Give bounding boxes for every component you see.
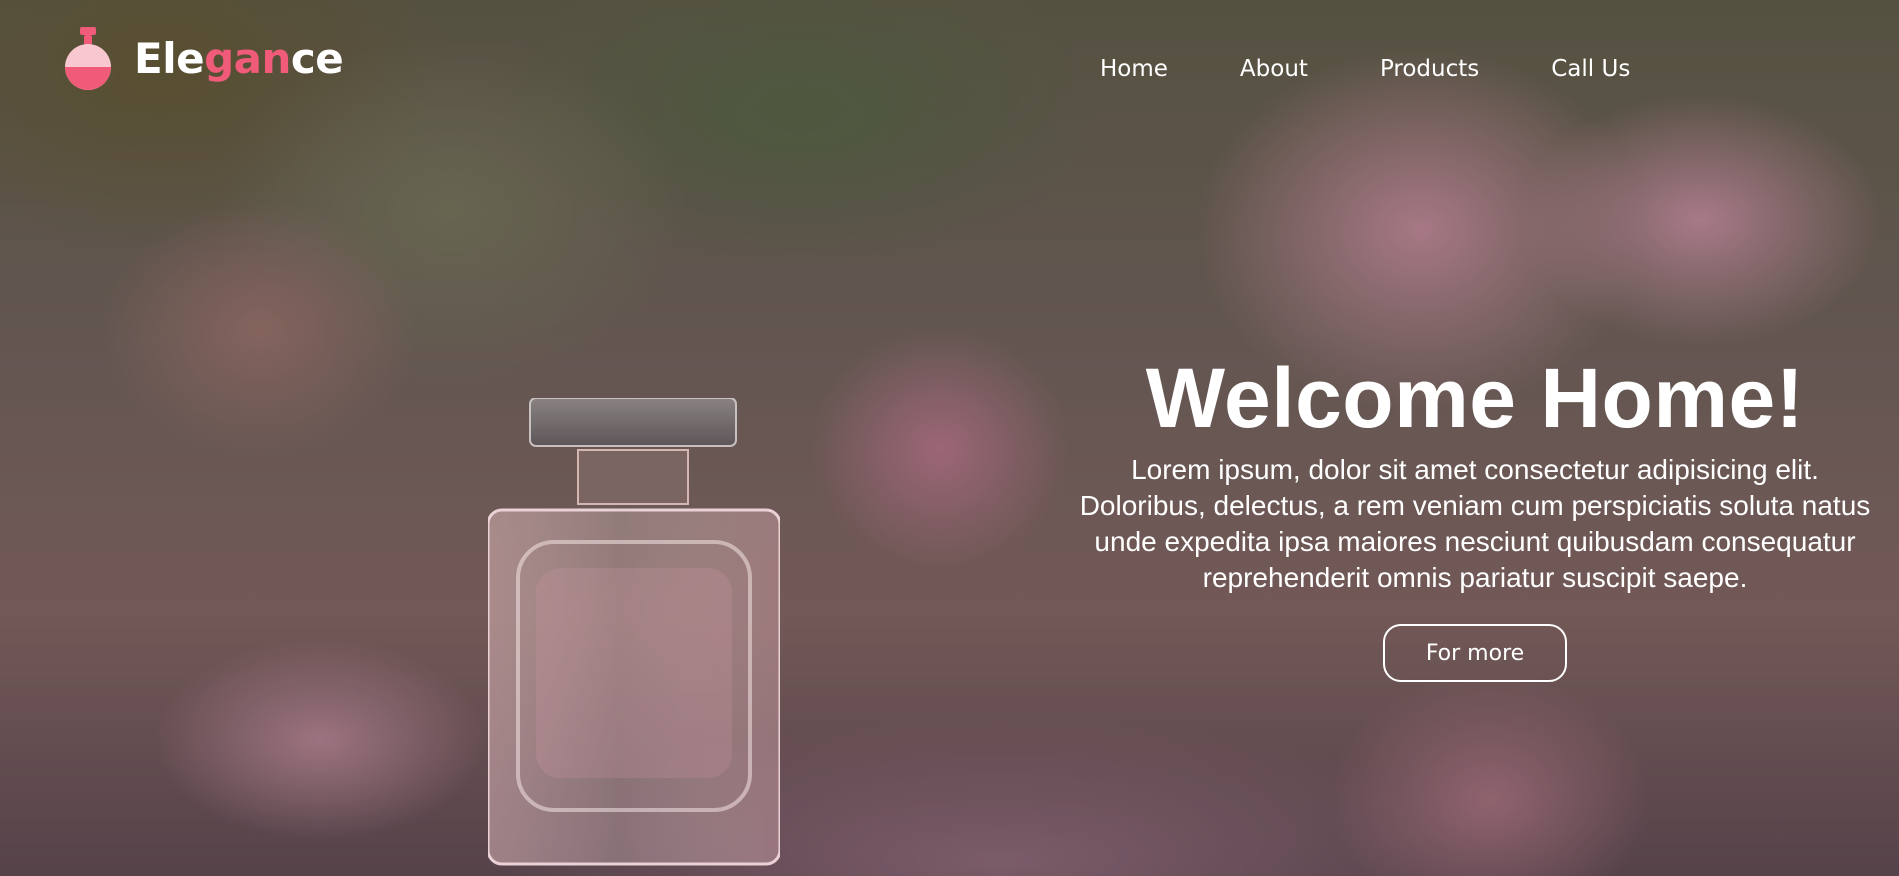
nav-products-link[interactable]: Products bbox=[1380, 58, 1479, 81]
brand-name: Elegance bbox=[134, 38, 344, 80]
hero-description: Lorem ipsum, dolor sit amet consectetur … bbox=[1079, 454, 1871, 593]
top-navigation: Elegance Home About Products Call Us bbox=[0, 0, 1899, 145]
hero-content: Welcome Home! Lorem ipsum, dolor sit ame… bbox=[1060, 356, 1890, 682]
brand-name-start: Ele bbox=[134, 34, 205, 83]
brand-name-accent: gan bbox=[204, 34, 291, 83]
nav-about-link[interactable]: About bbox=[1240, 58, 1308, 81]
perfume-bottle-image bbox=[488, 398, 780, 866]
brand-logo[interactable]: Elegance bbox=[60, 24, 344, 94]
nav-home-link[interactable]: Home bbox=[1100, 58, 1168, 81]
for-more-button[interactable]: For more bbox=[1383, 624, 1567, 682]
perfume-bottle-icon bbox=[65, 27, 111, 90]
brand-name-end: ce bbox=[290, 34, 344, 83]
hero-section: Elegance Home About Products Call Us Wel… bbox=[0, 0, 1899, 876]
nav-call-us-link[interactable]: Call Us bbox=[1551, 58, 1630, 81]
main-menu: Home About Products Call Us bbox=[1100, 58, 1630, 81]
hero-title: Welcome Home! bbox=[1145, 351, 1805, 445]
